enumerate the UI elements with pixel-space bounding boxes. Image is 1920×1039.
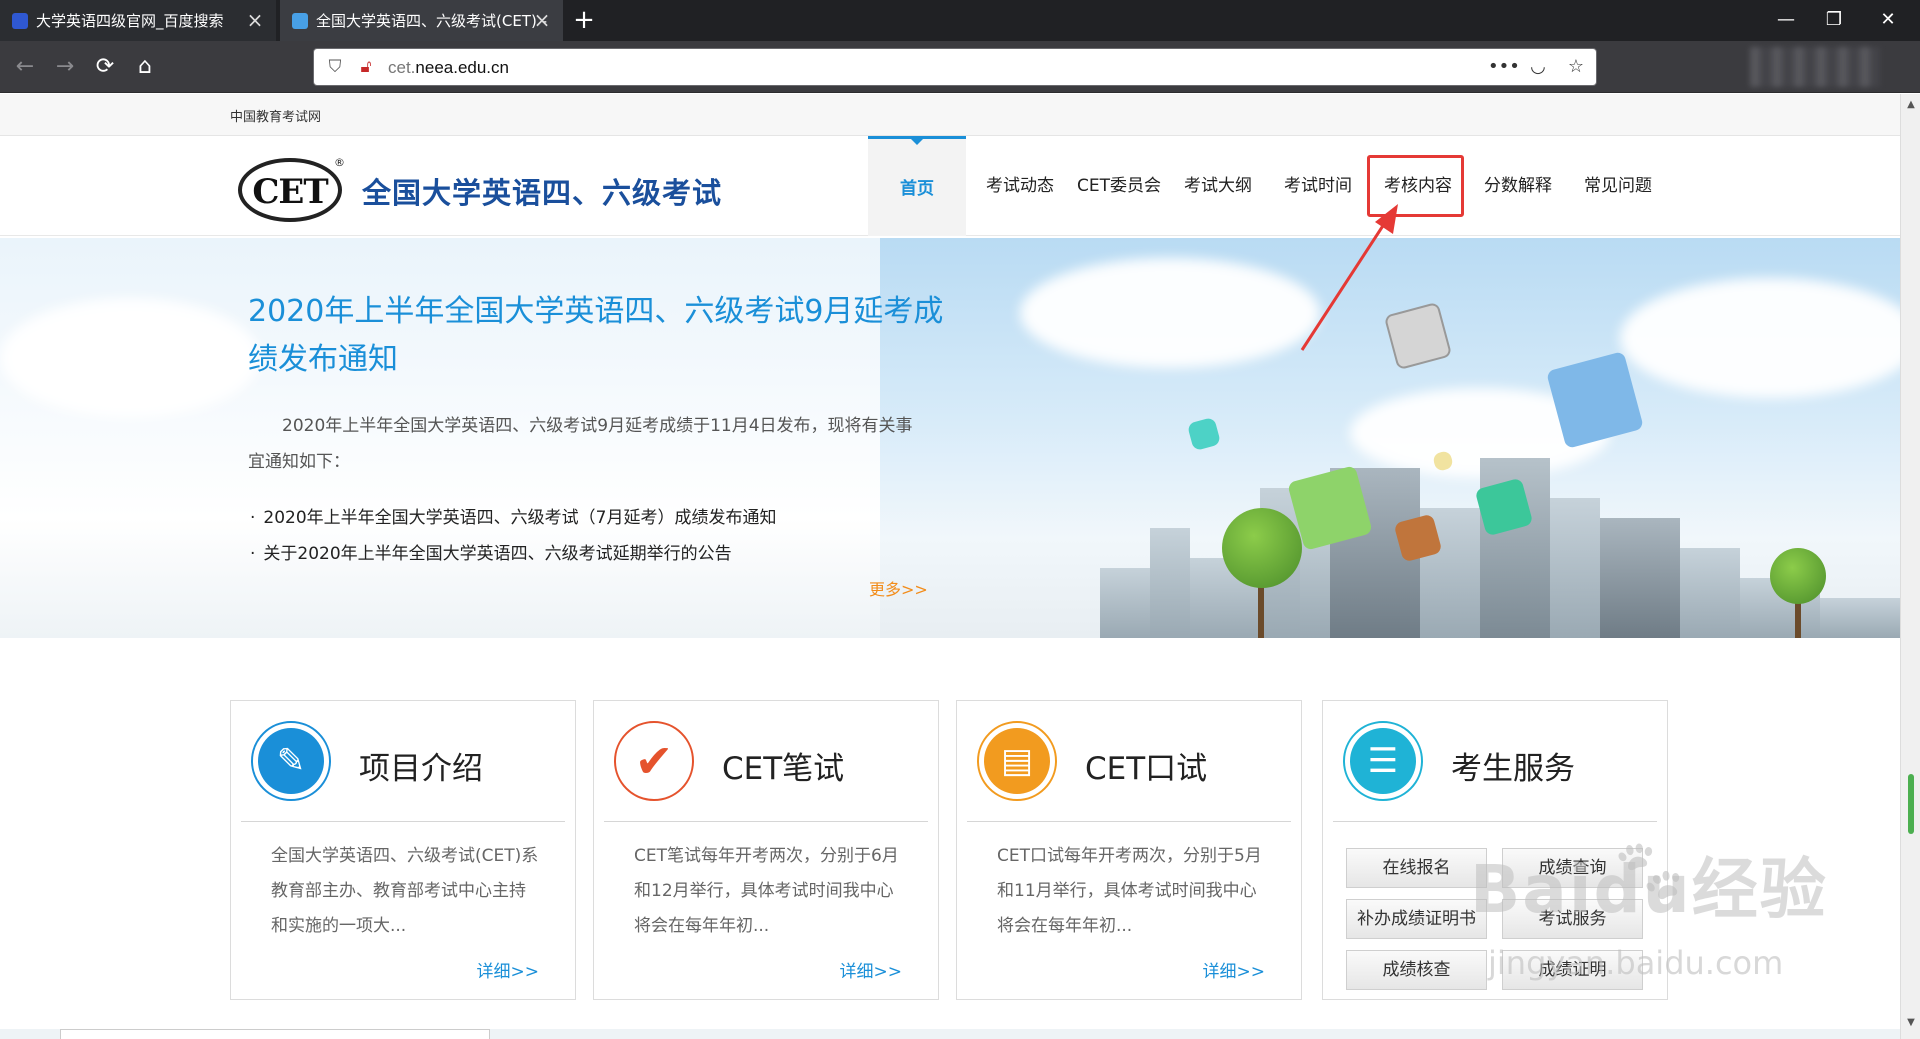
card-divider <box>241 821 565 822</box>
card-title: 项目介绍 <box>359 751 483 787</box>
cloud-decoration <box>0 298 260 418</box>
browser-tab-bar: 大学英语四级官网_百度搜索 × 全国大学英语四、六级考试(CET) - × + … <box>0 0 1920 41</box>
banner-title[interactable]: 2020年上半年全国大学英语四、六级考试9月延考成绩发布通知 <box>248 288 948 384</box>
banner-news-list: · 2020年上半年全国大学英语四、六级考试（7月延考）成绩发布通知 · 关于202… <box>250 500 950 572</box>
browser-tab-cet[interactable]: 全国大学英语四、六级考试(CET) - × <box>280 0 563 41</box>
online-registration-button[interactable]: 在线报名 <box>1346 848 1487 888</box>
card-text: 全国大学英语四、六级考试(CET)系教育部主办、教育部考试中心主持和实施的一项大… <box>271 846 539 936</box>
site-name: 全国大学英语四、六级考试 <box>362 176 723 210</box>
tree-decoration <box>1222 508 1302 588</box>
site-header: CET ® 全国大学英语四、六级考试 首页 考试动态 CET委员会 考试大纲 考… <box>0 136 1900 236</box>
baidu-favicon-icon <box>12 12 28 29</box>
restore-icon[interactable]: ❐ <box>1816 6 1852 34</box>
blurred-profile-area <box>1750 47 1880 87</box>
scroll-thumb[interactable] <box>1908 774 1914 834</box>
insecure-lock-icon[interactable]: 🔓︎ <box>356 57 376 77</box>
card-project-intro: ✎ 项目介绍 全国大学英语四、六级考试(CET)系教育部主办、教育部考试中心主持… <box>230 700 576 1000</box>
tab-title: 全国大学英语四、六级考试(CET) - <box>316 12 547 30</box>
pocket-icon[interactable]: ◡ <box>1526 55 1550 79</box>
top-strip: 中国教育考试网 <box>0 94 1900 136</box>
url-text[interactable]: cet.neea.edu.cn <box>388 58 509 78</box>
browser-nav-bar: ← → ⟳ ⌂ ⛉ 🔓︎ cet.neea.edu.cn ••• ◡ ☆ <box>0 41 1920 93</box>
card-divider <box>604 821 928 822</box>
more-actions-icon[interactable]: ••• <box>1488 55 1520 79</box>
document-edit-icon: ✎ <box>251 721 331 801</box>
address-book-icon: ☰ <box>1343 721 1423 801</box>
back-icon[interactable]: ← <box>8 51 42 83</box>
watermark-url: jingyan.baidu.com <box>1488 944 1784 982</box>
new-tab-button[interactable]: + <box>570 6 598 34</box>
card-text: CET口试每年开考两次，分别于5月和11月举行，具体考试时间我中心将会在每年年初… <box>997 846 1262 936</box>
bottom-tab <box>60 1029 490 1039</box>
cloud-decoration <box>1620 278 1900 398</box>
nav-cet-committee[interactable]: CET委员会 <box>1074 136 1164 236</box>
skyline-building <box>1550 498 1600 638</box>
more-news-link[interactable]: 更多>> <box>869 576 928 600</box>
card-details-link[interactable]: 详细>> <box>1203 957 1266 982</box>
card-text: CET笔试每年开考两次，分别于6月和12月举行，具体考试时间我中心将会在每年年初… <box>634 846 899 936</box>
address-bar[interactable]: ⛉ 🔓︎ cet.neea.edu.cn ••• ◡ ☆ <box>313 48 1597 86</box>
neea-site-link[interactable]: 中国教育考试网 <box>230 106 321 125</box>
card-title: CET笔试 <box>722 751 845 787</box>
watermark: Baidu经验 <box>1470 851 1828 928</box>
card-details-link[interactable]: 详细>> <box>840 957 903 982</box>
cloud-decoration <box>1020 258 1320 368</box>
nav-home[interactable]: 首页 <box>868 136 966 236</box>
card-cet-oral: ▤ CET口试 CET口试每年开考两次，分别于5月和11月举行，具体考试时间我中… <box>956 700 1302 1000</box>
reload-icon[interactable]: ⟳ <box>88 51 122 83</box>
skyline-building <box>1680 548 1740 638</box>
page-scrollbar[interactable]: ▲ ▼ <box>1900 94 1920 1039</box>
news-banner: 2020年上半年全国大学英语四、六级考试9月延考成绩发布通知 2020年上半年全… <box>0 238 1900 638</box>
forward-icon[interactable]: → <box>48 51 82 83</box>
checkmark-icon: ✔ <box>614 721 694 801</box>
card-title: CET口试 <box>1085 751 1208 787</box>
banner-intro: 2020年上半年全国大学英语四、六级考试9月延考成绩于11月4日发布，现将有关事… <box>248 416 913 472</box>
reissue-certificate-button[interactable]: 补办成绩证明书 <box>1346 899 1487 939</box>
registered-mark: ® <box>334 156 345 169</box>
shield-icon[interactable]: ⛉ <box>325 57 345 77</box>
card-title: 考生服务 <box>1451 751 1575 787</box>
card-cet-written: ✔ CET笔试 CET笔试每年开考两次，分别于6月和12月举行，具体考试时间我中… <box>593 700 939 1000</box>
nav-highlight-box <box>1367 155 1464 217</box>
nav-exam-news[interactable]: 考试动态 <box>980 136 1060 236</box>
scroll-down-icon[interactable]: ▼ <box>1904 1016 1918 1030</box>
nav-syllabus[interactable]: 考试大纲 <box>1178 136 1258 236</box>
close-tab-icon[interactable]: × <box>244 9 266 31</box>
close-tab-icon[interactable]: × <box>531 9 553 31</box>
card-details-link[interactable]: 详细>> <box>477 957 540 982</box>
minimize-icon[interactable]: — <box>1768 6 1804 34</box>
home-icon[interactable]: ⌂ <box>128 51 162 83</box>
skyline-building <box>1150 528 1190 638</box>
card-divider <box>967 821 1291 822</box>
tree-decoration <box>1770 548 1826 604</box>
bookmark-star-icon[interactable]: ☆ <box>1564 55 1588 79</box>
score-verification-button[interactable]: 成绩核查 <box>1346 950 1487 990</box>
nav-faq[interactable]: 常见问题 <box>1578 136 1658 236</box>
skyline-building <box>1820 598 1900 638</box>
web-page: 中国教育考试网 CET ® 全国大学英语四、六级考试 首页 考试动态 CET委员… <box>0 94 1900 1039</box>
scroll-up-icon[interactable]: ▲ <box>1904 98 1918 112</box>
card-divider <box>1333 821 1657 822</box>
skyline-building <box>1600 518 1680 638</box>
tab-title: 大学英语四级官网_百度搜索 <box>36 12 224 30</box>
form-pen-icon: ▤ <box>977 721 1057 801</box>
close-window-icon[interactable]: ✕ <box>1870 6 1906 34</box>
nav-exam-time[interactable]: 考试时间 <box>1278 136 1358 236</box>
news-link[interactable]: · 关于2020年上半年全国大学英语四、六级考试延期举行的公告 <box>250 536 950 572</box>
nav-score-explanation[interactable]: 分数解释 <box>1478 136 1558 236</box>
cet-favicon-icon <box>292 12 308 29</box>
news-link[interactable]: · 2020年上半年全国大学英语四、六级考试（7月延考）成绩发布通知 <box>250 500 950 536</box>
browser-tab-baidu[interactable]: 大学英语四级官网_百度搜索 × <box>0 0 276 41</box>
cet-logo[interactable]: CET <box>238 158 342 222</box>
